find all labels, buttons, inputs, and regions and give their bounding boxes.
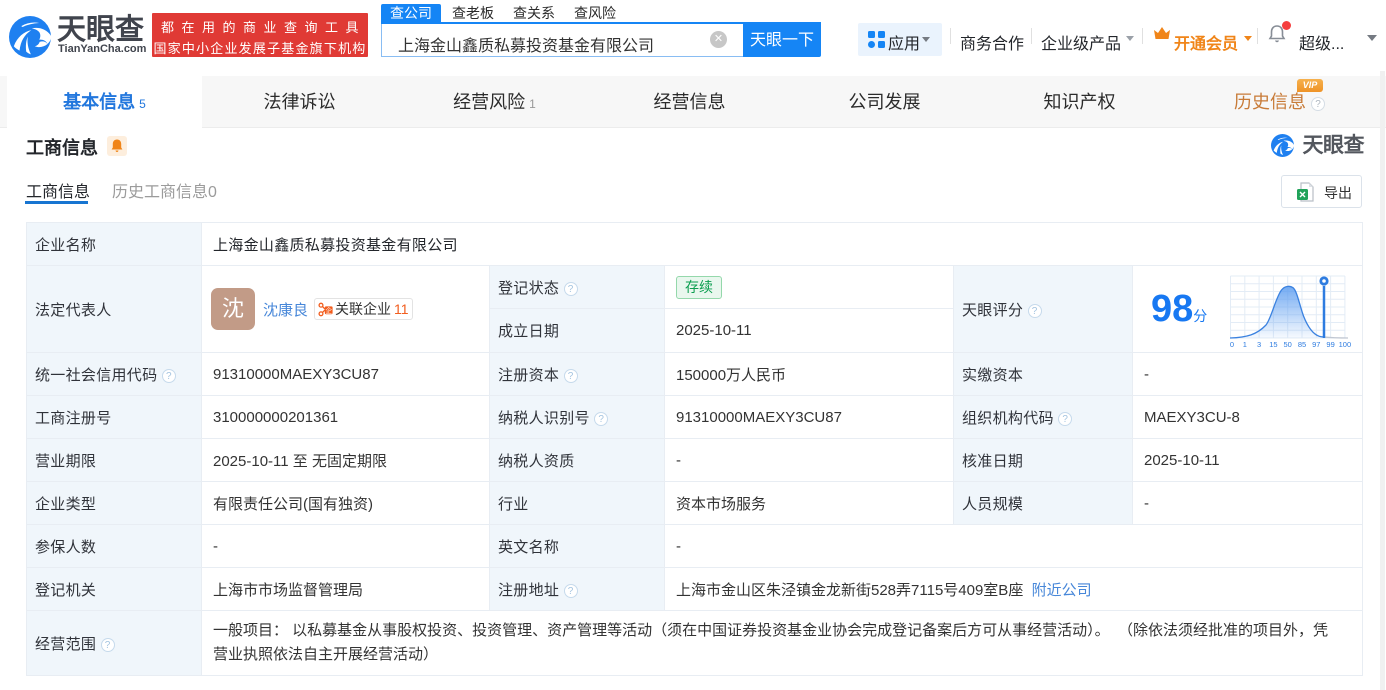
svg-text:85: 85: [1298, 340, 1306, 348]
svg-text:15: 15: [1269, 340, 1277, 348]
svg-text:99: 99: [1326, 340, 1334, 348]
svg-text:97: 97: [1312, 340, 1320, 348]
svg-text:1: 1: [1243, 340, 1247, 348]
svg-text:3: 3: [1257, 340, 1261, 348]
svg-text:企: 企: [325, 306, 332, 315]
svg-text:0: 0: [1230, 340, 1234, 348]
svg-text:100: 100: [1339, 340, 1352, 348]
svg-text:50: 50: [1284, 340, 1292, 348]
